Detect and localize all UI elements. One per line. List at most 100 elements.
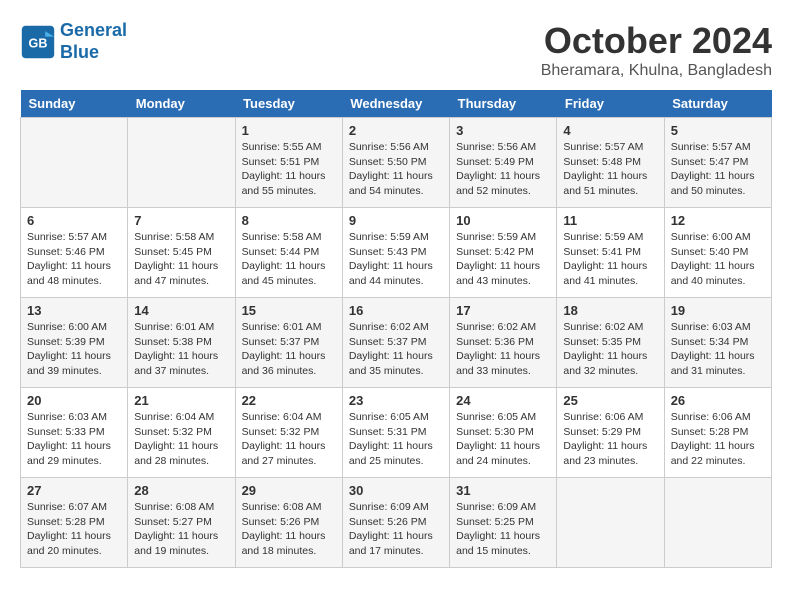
day-number: 11 <box>563 213 657 228</box>
day-number: 5 <box>671 123 765 138</box>
calendar-cell <box>557 478 664 568</box>
calendar-cell: 12Sunrise: 6:00 AMSunset: 5:40 PMDayligh… <box>664 208 771 298</box>
calendar-cell: 1Sunrise: 5:55 AMSunset: 5:51 PMDaylight… <box>235 118 342 208</box>
calendar-cell: 21 Sunrise: 6:04 AMSunset: 5:32 PMDayligh… <box>128 388 235 478</box>
cell-content: Sunrise: 5:56 AMSunset: 5:50 PMDaylight:… <box>349 140 443 199</box>
day-number: 6 <box>27 213 121 228</box>
weekday-header: Sunday <box>21 90 128 118</box>
day-number: 8 <box>242 213 336 228</box>
day-number: 2 <box>349 123 443 138</box>
logo-text: General Blue <box>60 20 127 63</box>
cell-content: Sunrise: 6:00 AMSunset: 5:40 PMDaylight:… <box>671 230 765 289</box>
logo-line2: Blue <box>60 42 99 62</box>
calendar-body: 1Sunrise: 5:55 AMSunset: 5:51 PMDaylight… <box>21 118 772 568</box>
calendar-cell: 19 Sunrise: 6:03 AMSunset: 5:34 PMDayligh… <box>664 298 771 388</box>
cell-content: Sunrise: 6:04 AMSunset: 5:32 PMDaylight:… <box>134 410 228 469</box>
cell-content: Sunrise: 5:58 AMSunset: 5:45 PMDaylight:… <box>134 230 228 289</box>
weekday-header: Tuesday <box>235 90 342 118</box>
calendar-cell <box>664 478 771 568</box>
day-number: 7 <box>134 213 228 228</box>
day-number: 31 <box>456 483 550 498</box>
calendar-cell: 7 Sunrise: 5:58 AMSunset: 5:45 PMDaylight… <box>128 208 235 298</box>
calendar-cell: 31 Sunrise: 6:09 AMSunset: 5:25 PMDayligh… <box>450 478 557 568</box>
day-number: 28 <box>134 483 228 498</box>
calendar-week-row: 20 Sunrise: 6:03 AMSunset: 5:33 PMDayligh… <box>21 388 772 478</box>
calendar-week-row: 6 Sunrise: 5:57 AMSunset: 5:46 PMDaylight… <box>21 208 772 298</box>
cell-content: Sunrise: 5:59 AMSunset: 5:41 PMDaylight:… <box>563 230 657 289</box>
day-number: 20 <box>27 393 121 408</box>
day-number: 30 <box>349 483 443 498</box>
cell-content: Sunrise: 5:58 AMSunset: 5:44 PMDaylight:… <box>242 230 336 289</box>
calendar-header: SundayMondayTuesdayWednesdayThursdayFrid… <box>21 90 772 118</box>
cell-content: Sunrise: 5:57 AMSunset: 5:48 PMDaylight:… <box>563 140 657 199</box>
calendar-cell: 2 Sunrise: 5:56 AMSunset: 5:50 PMDaylight… <box>342 118 449 208</box>
day-number: 21 <box>134 393 228 408</box>
day-number: 24 <box>456 393 550 408</box>
cell-content: Sunrise: 5:59 AMSunset: 5:42 PMDaylight:… <box>456 230 550 289</box>
calendar-cell: 25Sunrise: 6:06 AMSunset: 5:29 PMDayligh… <box>557 388 664 478</box>
calendar-week-row: 13 Sunrise: 6:00 AMSunset: 5:39 PMDayligh… <box>21 298 772 388</box>
cell-content: Sunrise: 6:00 AMSunset: 5:39 PMDaylight:… <box>27 320 121 379</box>
calendar-cell: 27Sunrise: 6:07 AMSunset: 5:28 PMDayligh… <box>21 478 128 568</box>
calendar-cell: 15Sunrise: 6:01 AMSunset: 5:37 PMDayligh… <box>235 298 342 388</box>
day-number: 22 <box>242 393 336 408</box>
calendar-cell <box>21 118 128 208</box>
calendar-cell: 13 Sunrise: 6:00 AMSunset: 5:39 PMDayligh… <box>21 298 128 388</box>
header-row: SundayMondayTuesdayWednesdayThursdayFrid… <box>21 90 772 118</box>
cell-content: Sunrise: 6:09 AMSunset: 5:26 PMDaylight:… <box>349 500 443 559</box>
cell-content: Sunrise: 6:06 AMSunset: 5:28 PMDaylight:… <box>671 410 765 469</box>
cell-content: Sunrise: 6:09 AMSunset: 5:25 PMDaylight:… <box>456 500 550 559</box>
calendar-week-row: 1Sunrise: 5:55 AMSunset: 5:51 PMDaylight… <box>21 118 772 208</box>
day-number: 4 <box>563 123 657 138</box>
day-number: 1 <box>242 123 336 138</box>
cell-content: Sunrise: 6:04 AMSunset: 5:32 PMDaylight:… <box>242 410 336 469</box>
calendar-cell: 22 Sunrise: 6:04 AMSunset: 5:32 PMDayligh… <box>235 388 342 478</box>
calendar-cell: 9 Sunrise: 5:59 AMSunset: 5:43 PMDaylight… <box>342 208 449 298</box>
day-number: 19 <box>671 303 765 318</box>
day-number: 13 <box>27 303 121 318</box>
calendar-cell: 16 Sunrise: 6:02 AMSunset: 5:37 PMDayligh… <box>342 298 449 388</box>
calendar-cell: 5Sunrise: 5:57 AMSunset: 5:47 PMDaylight… <box>664 118 771 208</box>
calendar-cell: 10 Sunrise: 5:59 AMSunset: 5:42 PMDayligh… <box>450 208 557 298</box>
day-number: 18 <box>563 303 657 318</box>
calendar-cell <box>128 118 235 208</box>
cell-content: Sunrise: 5:59 AMSunset: 5:43 PMDaylight:… <box>349 230 443 289</box>
cell-content: Sunrise: 5:56 AMSunset: 5:49 PMDaylight:… <box>456 140 550 199</box>
month-title: October 2024 <box>541 20 772 62</box>
calendar-cell: 14Sunrise: 6:01 AMSunset: 5:38 PMDayligh… <box>128 298 235 388</box>
calendar-cell: 28 Sunrise: 6:08 AMSunset: 5:27 PMDayligh… <box>128 478 235 568</box>
cell-content: Sunrise: 6:01 AMSunset: 5:38 PMDaylight:… <box>134 320 228 379</box>
calendar-cell: 24Sunrise: 6:05 AMSunset: 5:30 PMDayligh… <box>450 388 557 478</box>
day-number: 26 <box>671 393 765 408</box>
logo-icon: GB <box>20 24 56 60</box>
location: Bheramara, Khulna, Bangladesh <box>541 62 772 80</box>
calendar-cell: 26 Sunrise: 6:06 AMSunset: 5:28 PMDayligh… <box>664 388 771 478</box>
calendar-cell: 20 Sunrise: 6:03 AMSunset: 5:33 PMDayligh… <box>21 388 128 478</box>
cell-content: Sunrise: 6:07 AMSunset: 5:28 PMDaylight:… <box>27 500 121 559</box>
day-number: 17 <box>456 303 550 318</box>
cell-content: Sunrise: 6:03 AMSunset: 5:33 PMDaylight:… <box>27 410 121 469</box>
day-number: 9 <box>349 213 443 228</box>
weekday-header: Wednesday <box>342 90 449 118</box>
day-number: 10 <box>456 213 550 228</box>
cell-content: Sunrise: 6:08 AMSunset: 5:27 PMDaylight:… <box>134 500 228 559</box>
cell-content: Sunrise: 5:57 AMSunset: 5:46 PMDaylight:… <box>27 230 121 289</box>
day-number: 29 <box>242 483 336 498</box>
cell-content: Sunrise: 6:03 AMSunset: 5:34 PMDaylight:… <box>671 320 765 379</box>
calendar-cell: 29 Sunrise: 6:08 AMSunset: 5:26 PMDayligh… <box>235 478 342 568</box>
calendar-cell: 17 Sunrise: 6:02 AMSunset: 5:36 PMDayligh… <box>450 298 557 388</box>
weekday-header: Monday <box>128 90 235 118</box>
cell-content: Sunrise: 6:02 AMSunset: 5:37 PMDaylight:… <box>349 320 443 379</box>
page-header: GB General Blue October 2024 Bheramara, … <box>20 20 772 80</box>
title-block: October 2024 Bheramara, Khulna, Banglade… <box>541 20 772 80</box>
logo-line1: General <box>60 20 127 40</box>
cell-content: Sunrise: 6:02 AMSunset: 5:36 PMDaylight:… <box>456 320 550 379</box>
calendar-cell: 30 Sunrise: 6:09 AMSunset: 5:26 PMDayligh… <box>342 478 449 568</box>
cell-content: Sunrise: 6:08 AMSunset: 5:26 PMDaylight:… <box>242 500 336 559</box>
day-number: 25 <box>563 393 657 408</box>
weekday-header: Friday <box>557 90 664 118</box>
logo: GB General Blue <box>20 20 127 63</box>
calendar-cell: 3Sunrise: 5:56 AMSunset: 5:49 PMDaylight… <box>450 118 557 208</box>
day-number: 15 <box>242 303 336 318</box>
day-number: 16 <box>349 303 443 318</box>
